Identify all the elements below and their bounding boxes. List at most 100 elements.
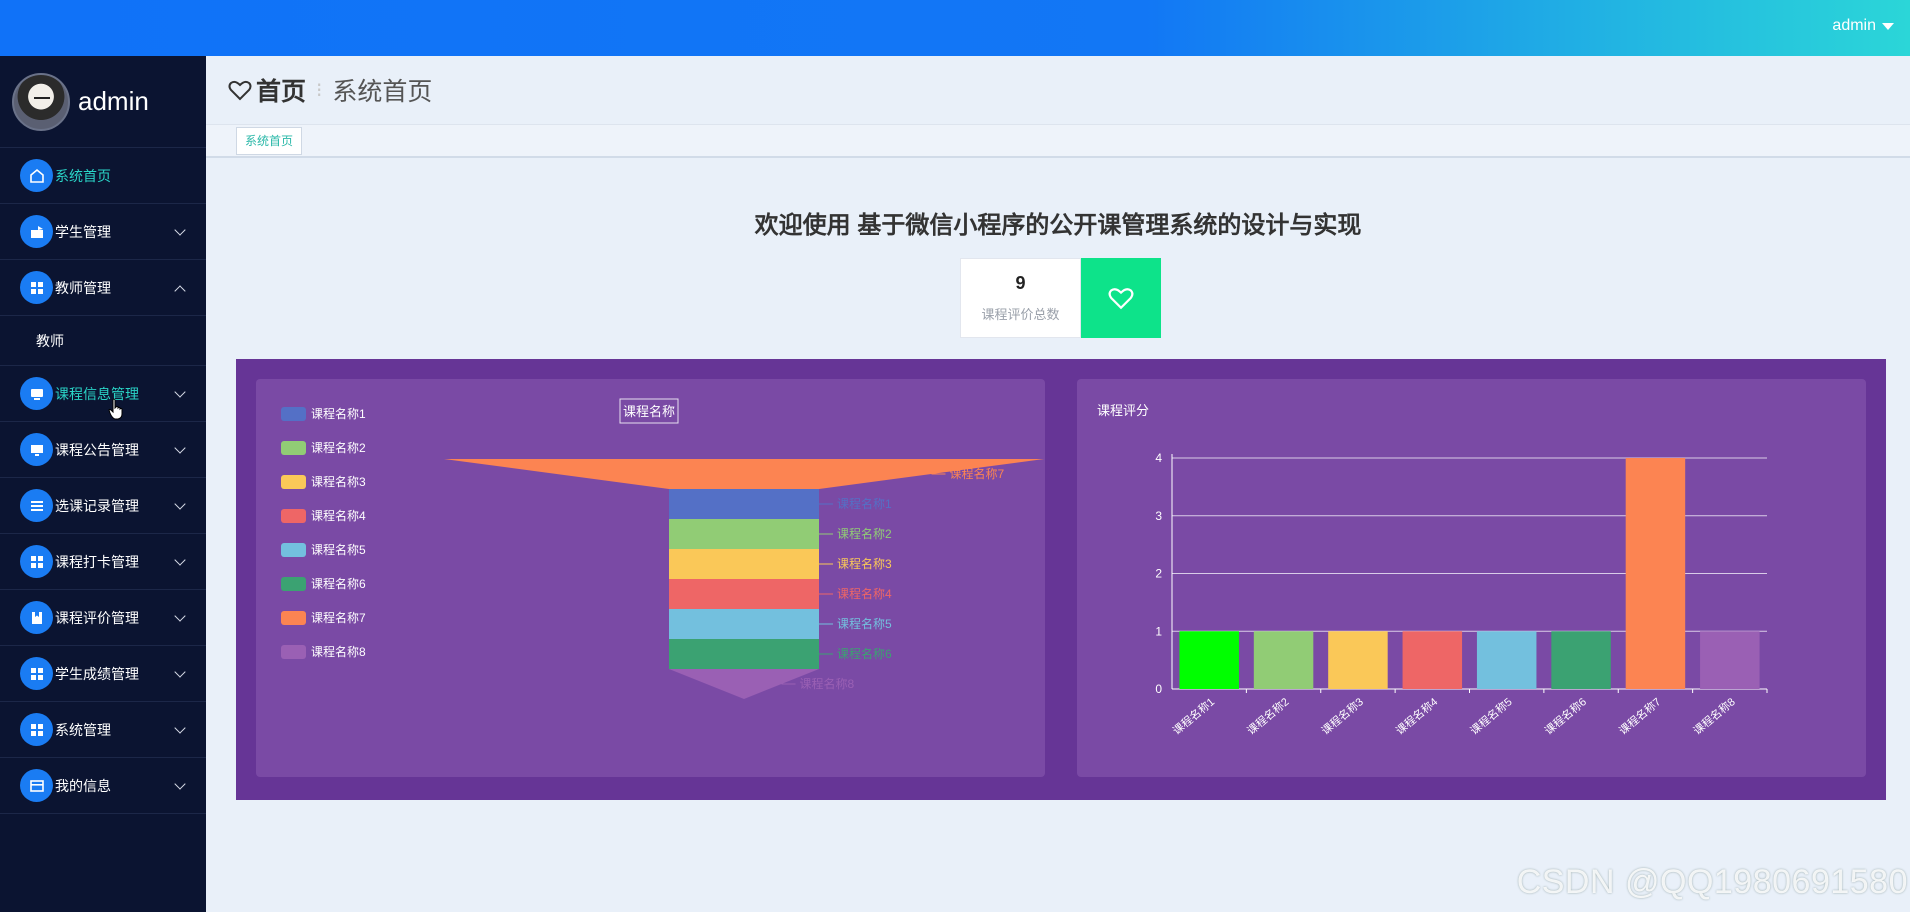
card-icon: [20, 769, 53, 802]
submenu-item-teacher[interactable]: 教师: [0, 316, 206, 366]
funnel-label: 课程名称6: [837, 646, 892, 661]
chevron-down-icon: [174, 386, 186, 398]
sidebar-item-label: 选课记录管理: [55, 497, 139, 514]
bar[interactable]: [1328, 631, 1388, 689]
bar[interactable]: [1179, 631, 1239, 689]
breadcrumb: 首页 ⁝ 系统首页: [206, 56, 1910, 124]
chevron-down-icon: [174, 722, 186, 734]
sidebar-item-teachers[interactable]: 教师管理: [0, 260, 206, 316]
sidebar-item-evaluation[interactable]: 课程评价管理: [0, 590, 206, 646]
hand-cursor-icon: [108, 398, 123, 420]
monitor-icon: [20, 433, 53, 466]
sidebar-item-label: 学生管理: [55, 223, 111, 240]
bar[interactable]: [1476, 631, 1537, 689]
document-icon: [20, 601, 53, 634]
legend-label: 课程名称7: [311, 610, 366, 625]
bar[interactable]: [1253, 631, 1314, 689]
funnel-chart-panel: 课程名称 课程名称1 课程名称2 课程名称3 课程名称4 课程名称5 课程名称6 课程名称7 课…: [256, 379, 1045, 777]
heart-icon: [1108, 288, 1134, 310]
legend-item[interactable]: 课程名称5: [281, 542, 366, 557]
sidebar-item-label: 教师管理: [55, 279, 111, 296]
sidebar-item-home[interactable]: 系统首页: [0, 148, 206, 204]
bar-chart-title: 课程评分: [1097, 403, 1149, 418]
legend-item[interactable]: 课程名称4: [281, 508, 366, 523]
funnel-segment[interactable]: [669, 519, 819, 549]
list-icon: [20, 489, 53, 522]
bar[interactable]: [1625, 458, 1686, 689]
x-tick-label: 课程名称3: [1318, 695, 1365, 738]
tab-home[interactable]: 系统首页: [236, 127, 303, 155]
legend-item[interactable]: 课程名称2: [281, 440, 366, 455]
legend-swatch: [281, 577, 306, 591]
funnel-segment[interactable]: [669, 579, 819, 609]
bar[interactable]: [1402, 631, 1463, 689]
funnel-segment[interactable]: [669, 669, 819, 699]
legend-label: 课程名称2: [311, 440, 366, 455]
legend-item[interactable]: 课程名称1: [281, 406, 366, 421]
sidebar-item-label: 课程公告管理: [55, 441, 139, 458]
sidebar-item-label: 我的信息: [55, 777, 111, 794]
watermark: CSDN @QQ1980691580: [1516, 863, 1908, 901]
sidebar-item-course-info[interactable]: 课程信息管理: [0, 366, 206, 422]
y-tick-label: 1: [1155, 624, 1162, 638]
stat-label: 课程评价总数: [981, 307, 1060, 322]
grid-icon: [20, 271, 53, 304]
legend-swatch: [281, 645, 306, 659]
funnel-segment[interactable]: [669, 549, 819, 579]
monitor-icon: [20, 377, 53, 410]
chevron-up-icon: [174, 285, 186, 297]
legend-item[interactable]: 课程名称3: [281, 474, 366, 489]
x-tick-label: 课程名称4: [1393, 695, 1440, 738]
sidebar-item-label: 系统管理: [55, 721, 111, 738]
legend-label: 课程名称3: [311, 474, 366, 489]
bar[interactable]: [1551, 631, 1611, 689]
legend-swatch: [281, 441, 306, 455]
legend-label: 课程名称5: [311, 542, 366, 557]
chevron-down-icon: [174, 778, 186, 790]
bar[interactable]: [1700, 631, 1760, 689]
breadcrumb-separator: ⁝: [316, 79, 323, 102]
funnel-title: 课程名称: [619, 398, 679, 424]
funnel-label: 课程名称8: [800, 676, 855, 691]
breadcrumb-home[interactable]: 首页: [256, 72, 306, 108]
x-tick-label: 课程名称2: [1244, 695, 1291, 738]
legend-swatch: [281, 407, 306, 421]
sidebar-item-checkin[interactable]: 课程打卡管理: [0, 534, 206, 590]
sidebar-item-course-notice[interactable]: 课程公告管理: [0, 422, 206, 478]
heart-icon: [228, 80, 252, 101]
stat-card: 9 课程评价总数: [960, 258, 1081, 338]
funnel-segment[interactable]: [669, 639, 819, 669]
avatar[interactable]: [12, 72, 70, 131]
sidebar-item-students[interactable]: 学生管理: [0, 204, 206, 260]
legend-swatch: [281, 509, 306, 523]
grid-icon: [20, 713, 53, 746]
legend-swatch: [281, 475, 306, 489]
stat-value: 9: [1015, 273, 1026, 293]
legend-item[interactable]: 课程名称7: [281, 610, 366, 625]
sidebar-item-grades[interactable]: 学生成绩管理: [0, 646, 206, 702]
bar-chart-panel: 课程评分 0 1 2 3 4 课程名称1 课程名称2 课程名称3 课程名称4 课程名称5 课程名称6 课…: [1077, 379, 1866, 777]
sidebar-item-system[interactable]: 系统管理: [0, 702, 206, 758]
sidebar-item-label: 课程打卡管理: [55, 553, 139, 570]
sidebar-item-my-info[interactable]: 我的信息: [0, 758, 206, 814]
sidebar: admin 系统首页 学生管理 教师管理 教师 课程信息管理 课程公告管理 选课…: [0, 56, 206, 912]
legend-item[interactable]: 课程名称6: [281, 576, 366, 591]
legend-swatch: [281, 611, 306, 625]
funnel-segment[interactable]: [669, 489, 819, 519]
legend-label: 课程名称4: [311, 508, 366, 523]
chevron-down-icon: [174, 610, 186, 622]
funnel-label: 课程名称5: [837, 616, 892, 631]
funnel-segment[interactable]: [669, 609, 819, 639]
chevron-down-icon: [174, 224, 186, 236]
grid-icon: [20, 545, 53, 578]
x-tick-label: 课程名称1: [1170, 695, 1217, 738]
funnel-label: 课程名称1: [837, 496, 892, 511]
sidebar-item-enrollment[interactable]: 选课记录管理: [0, 478, 206, 534]
y-tick-label: 0: [1155, 682, 1162, 696]
legend-item[interactable]: 课程名称8: [281, 644, 366, 659]
sidebar-item-label: 系统首页: [55, 167, 111, 184]
user-menu[interactable]: admin: [1832, 17, 1894, 35]
svg-text:课程名称: 课程名称: [623, 404, 675, 419]
legend-swatch: [281, 543, 306, 557]
stat-heart-tile[interactable]: [1081, 258, 1161, 338]
